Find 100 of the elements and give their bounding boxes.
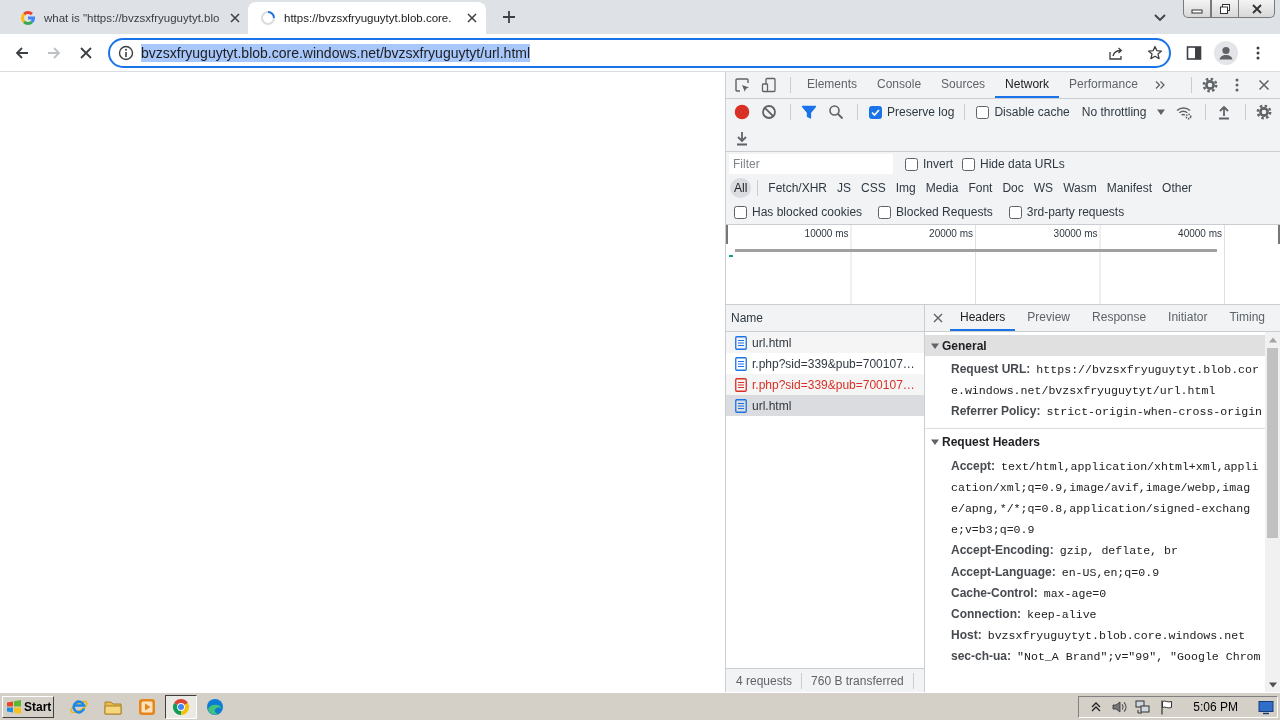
- type-filter-button[interactable]: Wasm: [1059, 178, 1101, 198]
- type-filter-button[interactable]: All: [730, 178, 752, 198]
- minimize-button[interactable]: [1183, 0, 1211, 18]
- speaker-icon[interactable]: [1111, 698, 1128, 715]
- network-icon[interactable]: [1135, 698, 1152, 715]
- tick-label: 40000 ms: [1177, 228, 1222, 239]
- wifi-settings-icon[interactable]: [1176, 104, 1192, 120]
- start-button[interactable]: Start: [2, 695, 54, 718]
- type-filter-button[interactable]: Fetch/XHR: [764, 178, 832, 198]
- checkbox-label[interactable]: Disable cache: [994, 105, 1070, 119]
- details-tab[interactable]: Initiator: [1158, 305, 1218, 331]
- restore-button[interactable]: [1211, 0, 1239, 18]
- filter-field[interactable]: Filter: [729, 154, 893, 174]
- column-header[interactable]: Name: [726, 305, 924, 332]
- document-icon: [735, 398, 747, 413]
- details-tab[interactable]: Headers: [950, 305, 1016, 331]
- download-icon[interactable]: [734, 130, 750, 146]
- checkbox[interactable]: [878, 205, 892, 219]
- url-text: bvzsxfryuguytyt.blob.core.windows.net/bvzsxfryuguytyt/url.html: [141, 43, 531, 62]
- details-tab[interactable]: Response: [1082, 305, 1157, 331]
- checkbox-label[interactable]: 3rd-party requests: [1026, 205, 1125, 219]
- search-icon[interactable]: [828, 104, 844, 120]
- header-row-text: Accept-Encoding: gzip, deflate, br: [951, 542, 1179, 560]
- document-icon: [735, 356, 747, 371]
- scroll-down-icon[interactable]: [1267, 681, 1278, 689]
- inspect-icon[interactable]: [734, 77, 750, 93]
- checkbox[interactable]: [976, 105, 990, 119]
- devtools-tab[interactable]: Network: [995, 72, 1060, 98]
- summary-text: 4 requests: [736, 673, 793, 688]
- document-icon: [735, 335, 747, 350]
- details-tab[interactable]: Timing: [1219, 305, 1275, 331]
- devtools-tab[interactable]: Performance: [1059, 72, 1148, 98]
- tick-label: 20000 ms: [928, 228, 973, 239]
- checkbox-label[interactable]: Blocked Requests: [896, 205, 993, 219]
- side-panel-icon[interactable]: [1186, 44, 1202, 61]
- browser-tab[interactable]: https://bvzsxfryuguytyt.blob.core.: [248, 2, 486, 34]
- checkbox[interactable]: [905, 157, 918, 171]
- type-filter-button[interactable]: Other: [1158, 178, 1197, 198]
- overview-handle[interactable]: [1278, 225, 1280, 244]
- star-icon[interactable]: [1147, 44, 1163, 61]
- taskbar-button[interactable]: [165, 694, 197, 719]
- section-header[interactable]: General: [925, 335, 1265, 356]
- plus-icon[interactable]: [501, 9, 517, 25]
- checkbox[interactable]: [1008, 205, 1022, 219]
- details-tab[interactable]: Preview: [1017, 305, 1081, 331]
- header-row-text: Cache-Control: max-age=0: [951, 584, 1108, 602]
- overview-handle[interactable]: [726, 225, 728, 244]
- type-filter-button[interactable]: Manifest: [1102, 178, 1157, 198]
- type-filter-button[interactable]: Font: [964, 178, 997, 198]
- type-filter-button[interactable]: CSS: [857, 178, 890, 198]
- request-row[interactable]: url.html: [726, 332, 924, 353]
- request-marker: [729, 255, 733, 257]
- double-chevron-icon[interactable]: [1153, 79, 1166, 91]
- stop-icon[interactable]: [78, 44, 94, 61]
- info-icon[interactable]: [118, 44, 134, 61]
- checkbox-label[interactable]: Hide data URLs: [980, 157, 1065, 171]
- close-icon[interactable]: [1258, 79, 1270, 91]
- header-row-text: sec-ch-ua: "Not_A Brand";v="99", "Google Chrom: [951, 648, 1262, 666]
- request-row[interactable]: url.html: [726, 395, 924, 416]
- settings-icon[interactable]: [1202, 77, 1218, 93]
- monitor-icon[interactable]: [1258, 698, 1274, 715]
- checkbox[interactable]: [962, 157, 975, 171]
- devtools-tab[interactable]: Console: [867, 72, 932, 98]
- tick-label: 10000 ms: [803, 228, 849, 239]
- type-filter-button[interactable]: Doc: [998, 178, 1028, 198]
- filter-icon[interactable]: [801, 104, 817, 120]
- request-row[interactable]: r.php?sid=339&pub=700107…: [726, 353, 924, 374]
- settings-icon[interactable]: [1256, 104, 1272, 120]
- checkbox-label[interactable]: Has blocked cookies: [752, 205, 863, 219]
- type-filter-button[interactable]: JS: [833, 178, 856, 198]
- request-row[interactable]: r.php?sid=339&pub=700107…: [726, 374, 924, 395]
- timeline-overview[interactable]: 10000 ms 20000 ms 30000 ms 40000 ms: [726, 225, 1280, 305]
- section-header[interactable]: Request Headers: [925, 431, 1265, 453]
- checkbox[interactable]: [869, 105, 882, 119]
- type-filter-button[interactable]: Img: [891, 178, 920, 198]
- record-icon[interactable]: [734, 104, 750, 120]
- devtools-tab[interactable]: Sources: [931, 72, 996, 98]
- checkbox-label[interactable]: Preserve log: [887, 105, 955, 119]
- device-icon[interactable]: [761, 77, 777, 93]
- close-icon[interactable]: [933, 313, 943, 323]
- type-filter-button[interactable]: Media: [921, 178, 963, 198]
- throttling-dropdown[interactable]: No throttling: [1081, 102, 1166, 122]
- clock[interactable]: 5:06 PM: [1193, 699, 1238, 714]
- caret-down-icon: [1156, 107, 1166, 117]
- back-arrow-icon[interactable]: [14, 44, 30, 61]
- header-row-text: Host: bvzsxfryuguytyt.blob.core.windows.net: [951, 627, 1247, 645]
- checkbox-label[interactable]: Invert: [923, 157, 953, 171]
- avatar-icon[interactable]: [1214, 40, 1238, 65]
- devtools-tab[interactable]: Elements: [797, 72, 868, 98]
- address-field[interactable]: bvzsxfryuguytyt.blob.core.windows.net/bvzsxfryuguytyt/url.html: [108, 37, 1171, 68]
- type-filter-button[interactable]: WS: [1029, 178, 1058, 198]
- browser-tab[interactable]: what is "https://bvzsxfryuguytyt.blo: [8, 2, 246, 34]
- header-row-text: Referrer Policy: strict-origin-when-cross-origin: [951, 403, 1263, 421]
- clear-icon[interactable]: [761, 104, 777, 120]
- upload-icon[interactable]: [1216, 104, 1232, 120]
- header-row-text: Accept-Language: en-US,en;q=0.9: [951, 563, 1161, 581]
- close-window-button[interactable]: [1239, 0, 1275, 18]
- checkbox[interactable]: [734, 205, 747, 219]
- wave-logo-icon: [205, 696, 225, 717]
- scrollbar-thumb[interactable]: [1267, 348, 1278, 538]
